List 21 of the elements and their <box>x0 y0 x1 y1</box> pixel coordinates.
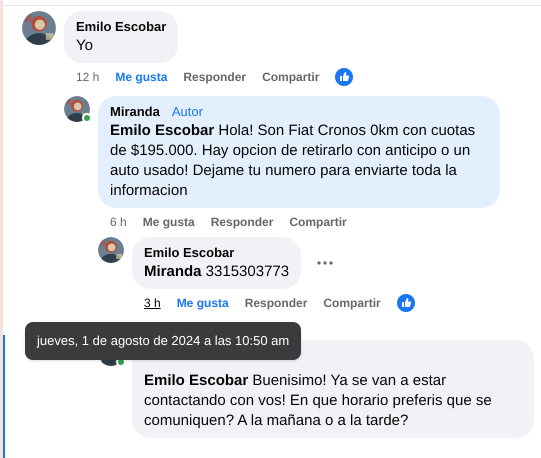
author-name[interactable]: Emilo Escobar <box>144 244 234 262</box>
like-link[interactable]: Me gusta <box>115 68 168 86</box>
reply-link[interactable]: Responder <box>183 68 246 86</box>
like-link[interactable]: Me gusta <box>142 213 195 231</box>
comment-time[interactable]: 3 h <box>144 294 161 312</box>
author-label: Autor <box>172 103 203 121</box>
share-link[interactable]: Compartir <box>262 68 320 86</box>
comment-text: Emilo Escobar Hola! Son Fiat Cronos 0km con cuotas de $195.000. Hay opcion de retirarlo con anticipo o un auto usado! Dejame tu numero para enviarte toda la informacion <box>110 121 476 201</box>
author-name[interactable]: Emilo Escobar <box>76 18 166 36</box>
share-link[interactable]: Compartir <box>323 294 381 312</box>
timestamp-tooltip: jueves, 1 de agosto de 2024 a las 10:50 am <box>25 322 302 360</box>
comment-text: Yo <box>76 36 94 56</box>
comment-text: Miranda 3315303773 <box>144 262 290 282</box>
share-link[interactable]: Compartir <box>289 213 347 231</box>
comment-text: Emilo Escobar Buenisimo! Ya se van a estar contactando con vos! En que horario preferis que se comuniquen? A la mañana o a la tarde? <box>144 371 493 431</box>
like-link[interactable]: Me gusta <box>176 294 229 312</box>
reply-link[interactable]: Responder <box>210 213 274 231</box>
comment-time[interactable]: 12 h <box>76 68 100 86</box>
reply-link[interactable]: Responder <box>244 294 308 312</box>
comment-time[interactable]: 6 h <box>110 213 127 231</box>
author-name[interactable]: Miranda <box>110 103 160 121</box>
